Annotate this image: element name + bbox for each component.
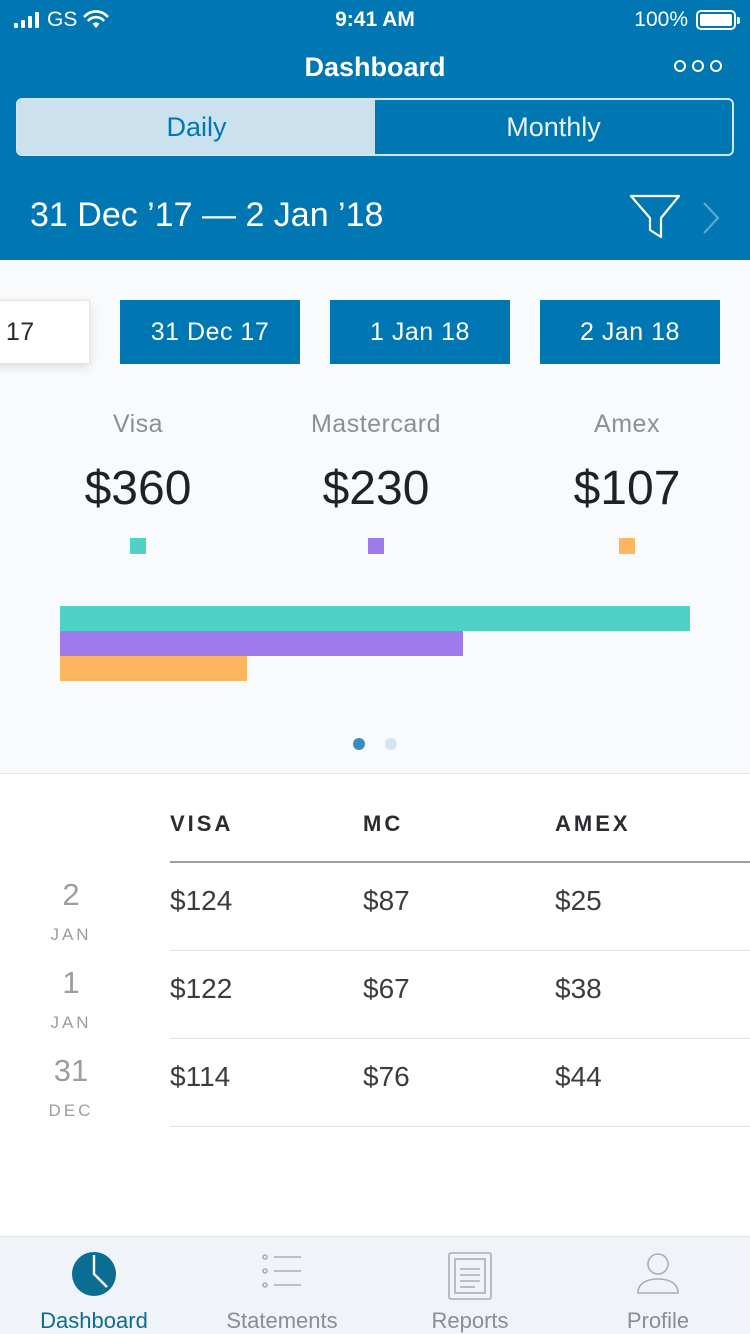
- metric-label: Visa: [112, 410, 164, 438]
- metric-visa: Visa $360: [18, 410, 258, 554]
- legend-swatch: [130, 538, 146, 554]
- row-month: DEC: [48, 1101, 94, 1120]
- app-header: GS 9:41 AM 100% Dashboard Daily Monthly …: [0, 0, 750, 260]
- spend-bar-visa: [60, 606, 690, 631]
- segment-monthly[interactable]: Monthly: [375, 100, 732, 154]
- spend-bar-mastercard: [60, 631, 463, 656]
- date-chip[interactable]: 1 Jan 18: [330, 300, 510, 364]
- chevron-right-icon[interactable]: [700, 200, 722, 236]
- tab-label: Dashboard: [40, 1308, 148, 1333]
- battery-icon: [696, 10, 740, 30]
- status-bar: GS 9:41 AM 100%: [0, 0, 750, 40]
- metric-value: $230: [322, 462, 430, 515]
- status-right: 100%: [634, 8, 740, 32]
- tab-label: Statements: [226, 1308, 338, 1333]
- person-icon: [637, 1253, 679, 1294]
- tab-profile[interactable]: Profile: [564, 1237, 750, 1334]
- row-month: JAN: [50, 925, 92, 944]
- tab-bar: Dashboard Statements Reports Profile: [0, 1236, 750, 1334]
- column-header-mc: MC: [363, 811, 404, 836]
- cell-visa: $122: [170, 973, 233, 1004]
- tab-reports[interactable]: Reports: [376, 1237, 564, 1334]
- date-chip[interactable]: 2 Jan 18: [540, 300, 720, 364]
- metric-label: Amex: [594, 410, 660, 438]
- metric-value: $107: [573, 462, 681, 515]
- cell-amex: $38: [555, 973, 602, 1004]
- row-day: 1: [62, 965, 80, 1000]
- page-title: Dashboard: [304, 52, 446, 82]
- pie-chart-icon: [72, 1252, 116, 1296]
- date-chip-selected[interactable]: ec 17: [0, 300, 90, 364]
- date-range[interactable]: 31 Dec ’17 — 2 Jan ’18: [30, 196, 383, 235]
- legend-swatch: [619, 538, 635, 554]
- column-header-visa: VISA: [170, 811, 234, 836]
- table-row[interactable]: 2 JAN $124 $87 $25: [0, 863, 750, 951]
- table-header: VISA MC AMEX: [170, 775, 750, 863]
- filter-icon[interactable]: [628, 192, 682, 242]
- spend-bar-amex: [60, 656, 247, 681]
- tab-label: Reports: [431, 1308, 509, 1333]
- tab-dashboard[interactable]: Dashboard: [0, 1237, 188, 1334]
- column-header-amex: AMEX: [555, 811, 631, 836]
- cell-visa: $124: [170, 885, 233, 916]
- period-segmented-control: Daily Monthly: [16, 98, 734, 156]
- tab-statements[interactable]: Statements: [188, 1237, 376, 1334]
- metric-label: Mastercard: [310, 410, 442, 438]
- cell-mc: $67: [363, 973, 410, 1004]
- cell-amex: $44: [555, 1061, 602, 1092]
- page-dot[interactable]: [385, 738, 397, 750]
- page-indicator: [0, 738, 750, 750]
- cell-amex: $25: [555, 885, 602, 916]
- list-icon: [262, 1254, 301, 1288]
- row-divider: [170, 1126, 750, 1127]
- legend-swatch: [368, 538, 384, 554]
- page-dot-active[interactable]: [353, 738, 365, 750]
- segment-daily[interactable]: Daily: [18, 100, 375, 154]
- date-chip[interactable]: 31 Dec 17: [120, 300, 300, 364]
- document-icon: [448, 1252, 492, 1300]
- table-row[interactable]: 1 JAN $122 $67 $38: [0, 951, 750, 1039]
- more-options-icon[interactable]: [674, 60, 722, 72]
- battery-percent: 100%: [634, 8, 688, 31]
- row-day: 2: [62, 877, 80, 912]
- tab-label: Profile: [626, 1308, 690, 1333]
- card-spend-bars: [60, 606, 690, 681]
- row-month: JAN: [50, 1013, 92, 1032]
- cell-mc: $76: [363, 1061, 410, 1092]
- summary-carousel[interactable]: ec 17 31 Dec 17 1 Jan 18 2 Jan 18 Visa $…: [0, 260, 750, 774]
- metric-mastercard: Mastercard $230: [256, 410, 496, 554]
- table-row[interactable]: 31 DEC $114 $76 $44: [0, 1039, 750, 1127]
- cell-mc: $87: [363, 885, 410, 916]
- cell-visa: $114: [170, 1061, 231, 1092]
- metric-amex: Amex $107: [507, 410, 747, 554]
- metric-value: $360: [84, 462, 192, 515]
- row-day: 31: [53, 1053, 89, 1088]
